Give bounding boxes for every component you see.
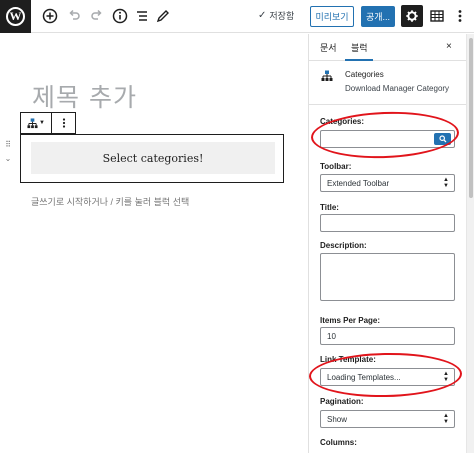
select-arrows-icon: ▲ ▼ [443,177,449,189]
editor-header: W ✓ 저장함 미리보기 공개... [0,0,474,33]
post-title-input[interactable]: 제목 추가 [32,78,137,114]
publish-button[interactable]: 공개... [361,6,395,27]
block-editor-screen: W ✓ 저장함 미리보기 공개... 제목 추가 ▼ ⠿ ⌄ Select ca… [0,0,474,453]
toolbar-select-value: Extended Toolbar [327,178,390,188]
toolbar-label: Toolbar: [320,162,352,171]
columns-label: Columns: [320,438,357,447]
block-manager-button[interactable] [429,8,445,24]
scrollbar-thumb[interactable] [469,38,473,198]
options-button[interactable] [452,8,468,24]
sidebar-scrollbar[interactable] [466,34,474,453]
description-textarea[interactable] [320,253,455,301]
block-card: Categories Download Manager Category [309,62,466,105]
move-down-icon[interactable]: ⌄ [5,154,12,164]
info-icon[interactable] [112,8,128,24]
chevron-down-icon: ▼ [39,120,45,126]
description-label: Description: [320,241,367,250]
items-per-page-label: Items Per Page: [320,316,381,325]
redo-icon[interactable] [89,8,105,24]
block-card-description: Download Manager Category [345,84,450,93]
toolbar-select[interactable]: Extended Toolbar ▲ ▼ [320,174,455,192]
default-block-appender[interactable]: 글쓰기로 시작하거나 / 키를 눌러 블럭 선택 [31,195,189,208]
save-status-label: 저장함 [269,11,295,21]
editor-canvas: 제목 추가 ▼ ⠿ ⌄ Select categories! 글쓰기로 시작하거… [0,34,308,453]
more-vertical-icon [458,10,462,22]
save-status: ✓ 저장함 [258,9,294,22]
tab-document[interactable]: 문서 [320,41,337,54]
add-block-icon[interactable] [42,8,58,24]
tab-block[interactable]: 블럭 [351,41,368,54]
close-icon[interactable]: × [446,41,452,52]
edit-icon[interactable] [155,8,171,24]
wordpress-icon: W [6,7,25,26]
active-tab-indicator [345,59,373,61]
title-label: Title: [320,203,339,212]
categories-block-icon [27,117,38,128]
block-toolbar: ▼ [20,112,76,134]
block-mover: ⠿ ⌄ [2,140,14,182]
categories-block-icon [321,70,333,81]
sidebar-tabs: 문서 블럭 × [309,34,466,61]
block-options-button[interactable] [52,113,75,133]
block-type-button[interactable]: ▼ [21,113,52,133]
grid-icon [430,10,444,22]
pagination-select[interactable]: Show ▲ ▼ [320,410,455,428]
drag-handle-icon[interactable]: ⠿ [5,140,11,150]
select-arrows-icon: ▲ ▼ [443,413,449,425]
undo-icon[interactable] [66,8,82,24]
wordpress-logo[interactable]: W [0,0,31,33]
title-input[interactable] [320,214,455,232]
items-per-page-input[interactable]: 10 [320,327,455,345]
check-icon: ✓ [258,10,267,21]
pagination-label: Pagination: [320,397,364,406]
gear-icon [406,10,418,22]
block-card-title: Categories [345,70,384,79]
select-categories-button[interactable]: Select categories! [31,142,275,174]
list-view-icon[interactable] [134,8,150,24]
pagination-select-value: Show [327,414,348,424]
more-vertical-icon [62,118,65,128]
preview-button[interactable]: 미리보기 [310,6,354,27]
settings-button[interactable] [401,5,423,27]
